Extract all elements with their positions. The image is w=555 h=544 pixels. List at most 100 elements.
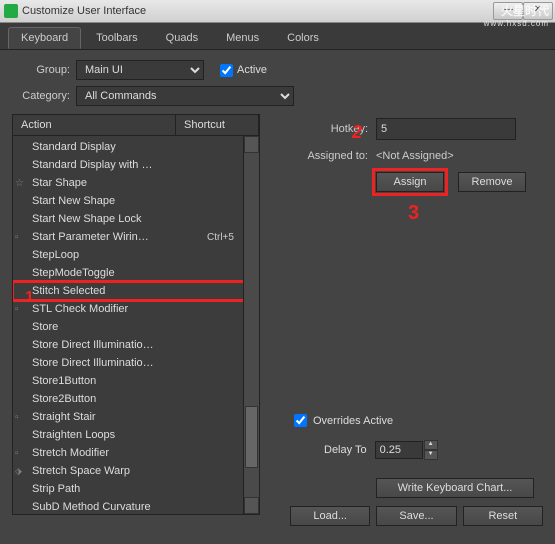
item-label: STL Check Modifier (32, 303, 207, 315)
blank-icon (15, 375, 29, 387)
list-item[interactable]: StepLoop (13, 246, 259, 264)
annotation-2: 2 (352, 122, 362, 143)
box-icon (15, 447, 29, 459)
blank-icon (15, 339, 29, 351)
action-list[interactable]: Standard Display Standard Display with … S… (12, 135, 260, 515)
group-select[interactable]: Main UI (76, 60, 204, 80)
item-label: Store Direct Illuminatio… (32, 357, 207, 369)
list-item[interactable]: STL Check Modifier (13, 300, 259, 318)
list-item[interactable]: StepModeToggle (13, 264, 259, 282)
blank-icon (15, 393, 29, 405)
list-item[interactable]: Store (13, 318, 259, 336)
list-item[interactable]: Standard Display (13, 138, 259, 156)
blank-icon (15, 483, 29, 495)
window-title: Customize User Interface (22, 5, 146, 17)
scroll-thumb[interactable] (245, 406, 258, 468)
list-item[interactable]: Store Direct Illuminatio… (13, 354, 259, 372)
item-label: SubD Method Curvature (32, 501, 207, 513)
remove-button[interactable]: Remove (458, 172, 526, 192)
app-icon (4, 4, 18, 18)
load-button[interactable]: Load... (290, 506, 370, 526)
item-label: Stitch Selected (32, 285, 207, 297)
blank-icon (15, 357, 29, 369)
spin-down-button[interactable]: ▼ (424, 450, 438, 460)
list-item[interactable]: Stitch Selected (13, 282, 259, 300)
list-item[interactable]: Stretch Modifier (13, 444, 259, 462)
hotkey-input[interactable] (376, 118, 516, 140)
item-label: Straighten Loops (32, 429, 207, 441)
list-item[interactable]: SubD Method Curvature (13, 498, 259, 515)
annotation-3: 3 (408, 202, 419, 225)
active-checkbox[interactable]: Active (216, 61, 267, 80)
scroll-up-button[interactable] (244, 136, 259, 153)
item-label: Stretch Modifier (32, 447, 207, 459)
blank-icon (15, 267, 29, 279)
titlebar: Customize User Interface (0, 0, 555, 23)
list-item[interactable]: Strip Path (13, 480, 259, 498)
item-label: Store Direct Illuminatio… (32, 339, 207, 351)
watermark: 火星时代 www.hxsd.com (484, 2, 549, 28)
list-item[interactable]: Start Parameter Wirin…Ctrl+5 (13, 228, 259, 246)
list-item[interactable]: Start New Shape (13, 192, 259, 210)
item-label: Start New Shape Lock (32, 213, 207, 225)
tab-colors[interactable]: Colors (274, 27, 332, 49)
scroll-down-button[interactable] (244, 497, 259, 514)
star-icon (15, 177, 29, 189)
reset-button[interactable]: Reset (463, 506, 543, 526)
box-icon (15, 411, 29, 423)
overrides-checkbox[interactable] (294, 414, 307, 427)
blank-icon (15, 195, 29, 207)
assigned-value: <Not Assigned> (376, 150, 454, 162)
item-label: StepModeToggle (32, 267, 207, 279)
list-item[interactable]: Store2Button (13, 390, 259, 408)
assign-button[interactable]: Assign (376, 172, 444, 192)
blank-icon (15, 141, 29, 153)
item-label: Start Parameter Wirin… (32, 231, 207, 243)
annotation-1: 1 (25, 289, 34, 307)
blank-icon (15, 429, 29, 441)
tab-menus[interactable]: Menus (213, 27, 272, 49)
warp-icon (15, 465, 29, 477)
item-label: Store1Button (32, 375, 207, 387)
header-shortcut[interactable]: Shortcut (176, 115, 259, 135)
save-button[interactable]: Save... (376, 506, 456, 526)
list-header: Action Shortcut (12, 114, 260, 135)
tab-quads[interactable]: Quads (153, 27, 211, 49)
list-item[interactable]: Start New Shape Lock (13, 210, 259, 228)
header-action[interactable]: Action (13, 115, 176, 135)
delay-input[interactable] (375, 441, 423, 459)
group-label: Group: (12, 64, 70, 76)
category-label: Category: (12, 90, 70, 102)
item-label: Stretch Space Warp (32, 465, 207, 477)
tab-bar: KeyboardToolbarsQuadsMenusColors (0, 23, 555, 50)
item-label: Star Shape (32, 177, 207, 189)
active-checkbox-input[interactable] (220, 64, 233, 77)
item-label: Store (32, 321, 207, 333)
spin-up-button[interactable]: ▲ (424, 440, 438, 450)
scrollbar[interactable] (243, 136, 259, 514)
blank-icon (15, 249, 29, 261)
list-item[interactable]: Straighten Loops (13, 426, 259, 444)
assigned-label: Assigned to: (290, 150, 368, 162)
category-select[interactable]: All Commands (76, 86, 294, 106)
list-item[interactable]: Store Direct Illuminatio… (13, 336, 259, 354)
list-item[interactable]: Stretch Space Warp (13, 462, 259, 480)
overrides-label: Overrides Active (313, 415, 393, 427)
item-label: Store2Button (32, 393, 207, 405)
list-item[interactable]: Standard Display with … (13, 156, 259, 174)
item-label: Start New Shape (32, 195, 207, 207)
item-label: StepLoop (32, 249, 207, 261)
list-item[interactable]: Straight Stair (13, 408, 259, 426)
blank-icon (15, 213, 29, 225)
blank-icon (15, 321, 29, 333)
tab-toolbars[interactable]: Toolbars (83, 27, 151, 49)
item-label: Standard Display with … (32, 159, 207, 171)
item-label: Straight Stair (32, 411, 207, 423)
list-item[interactable]: Store1Button (13, 372, 259, 390)
item-label: Strip Path (32, 483, 207, 495)
item-label: Standard Display (32, 141, 207, 153)
write-chart-button[interactable]: Write Keyboard Chart... (376, 478, 534, 498)
tab-keyboard[interactable]: Keyboard (8, 27, 81, 49)
box-icon (15, 231, 29, 243)
list-item[interactable]: Star Shape (13, 174, 259, 192)
